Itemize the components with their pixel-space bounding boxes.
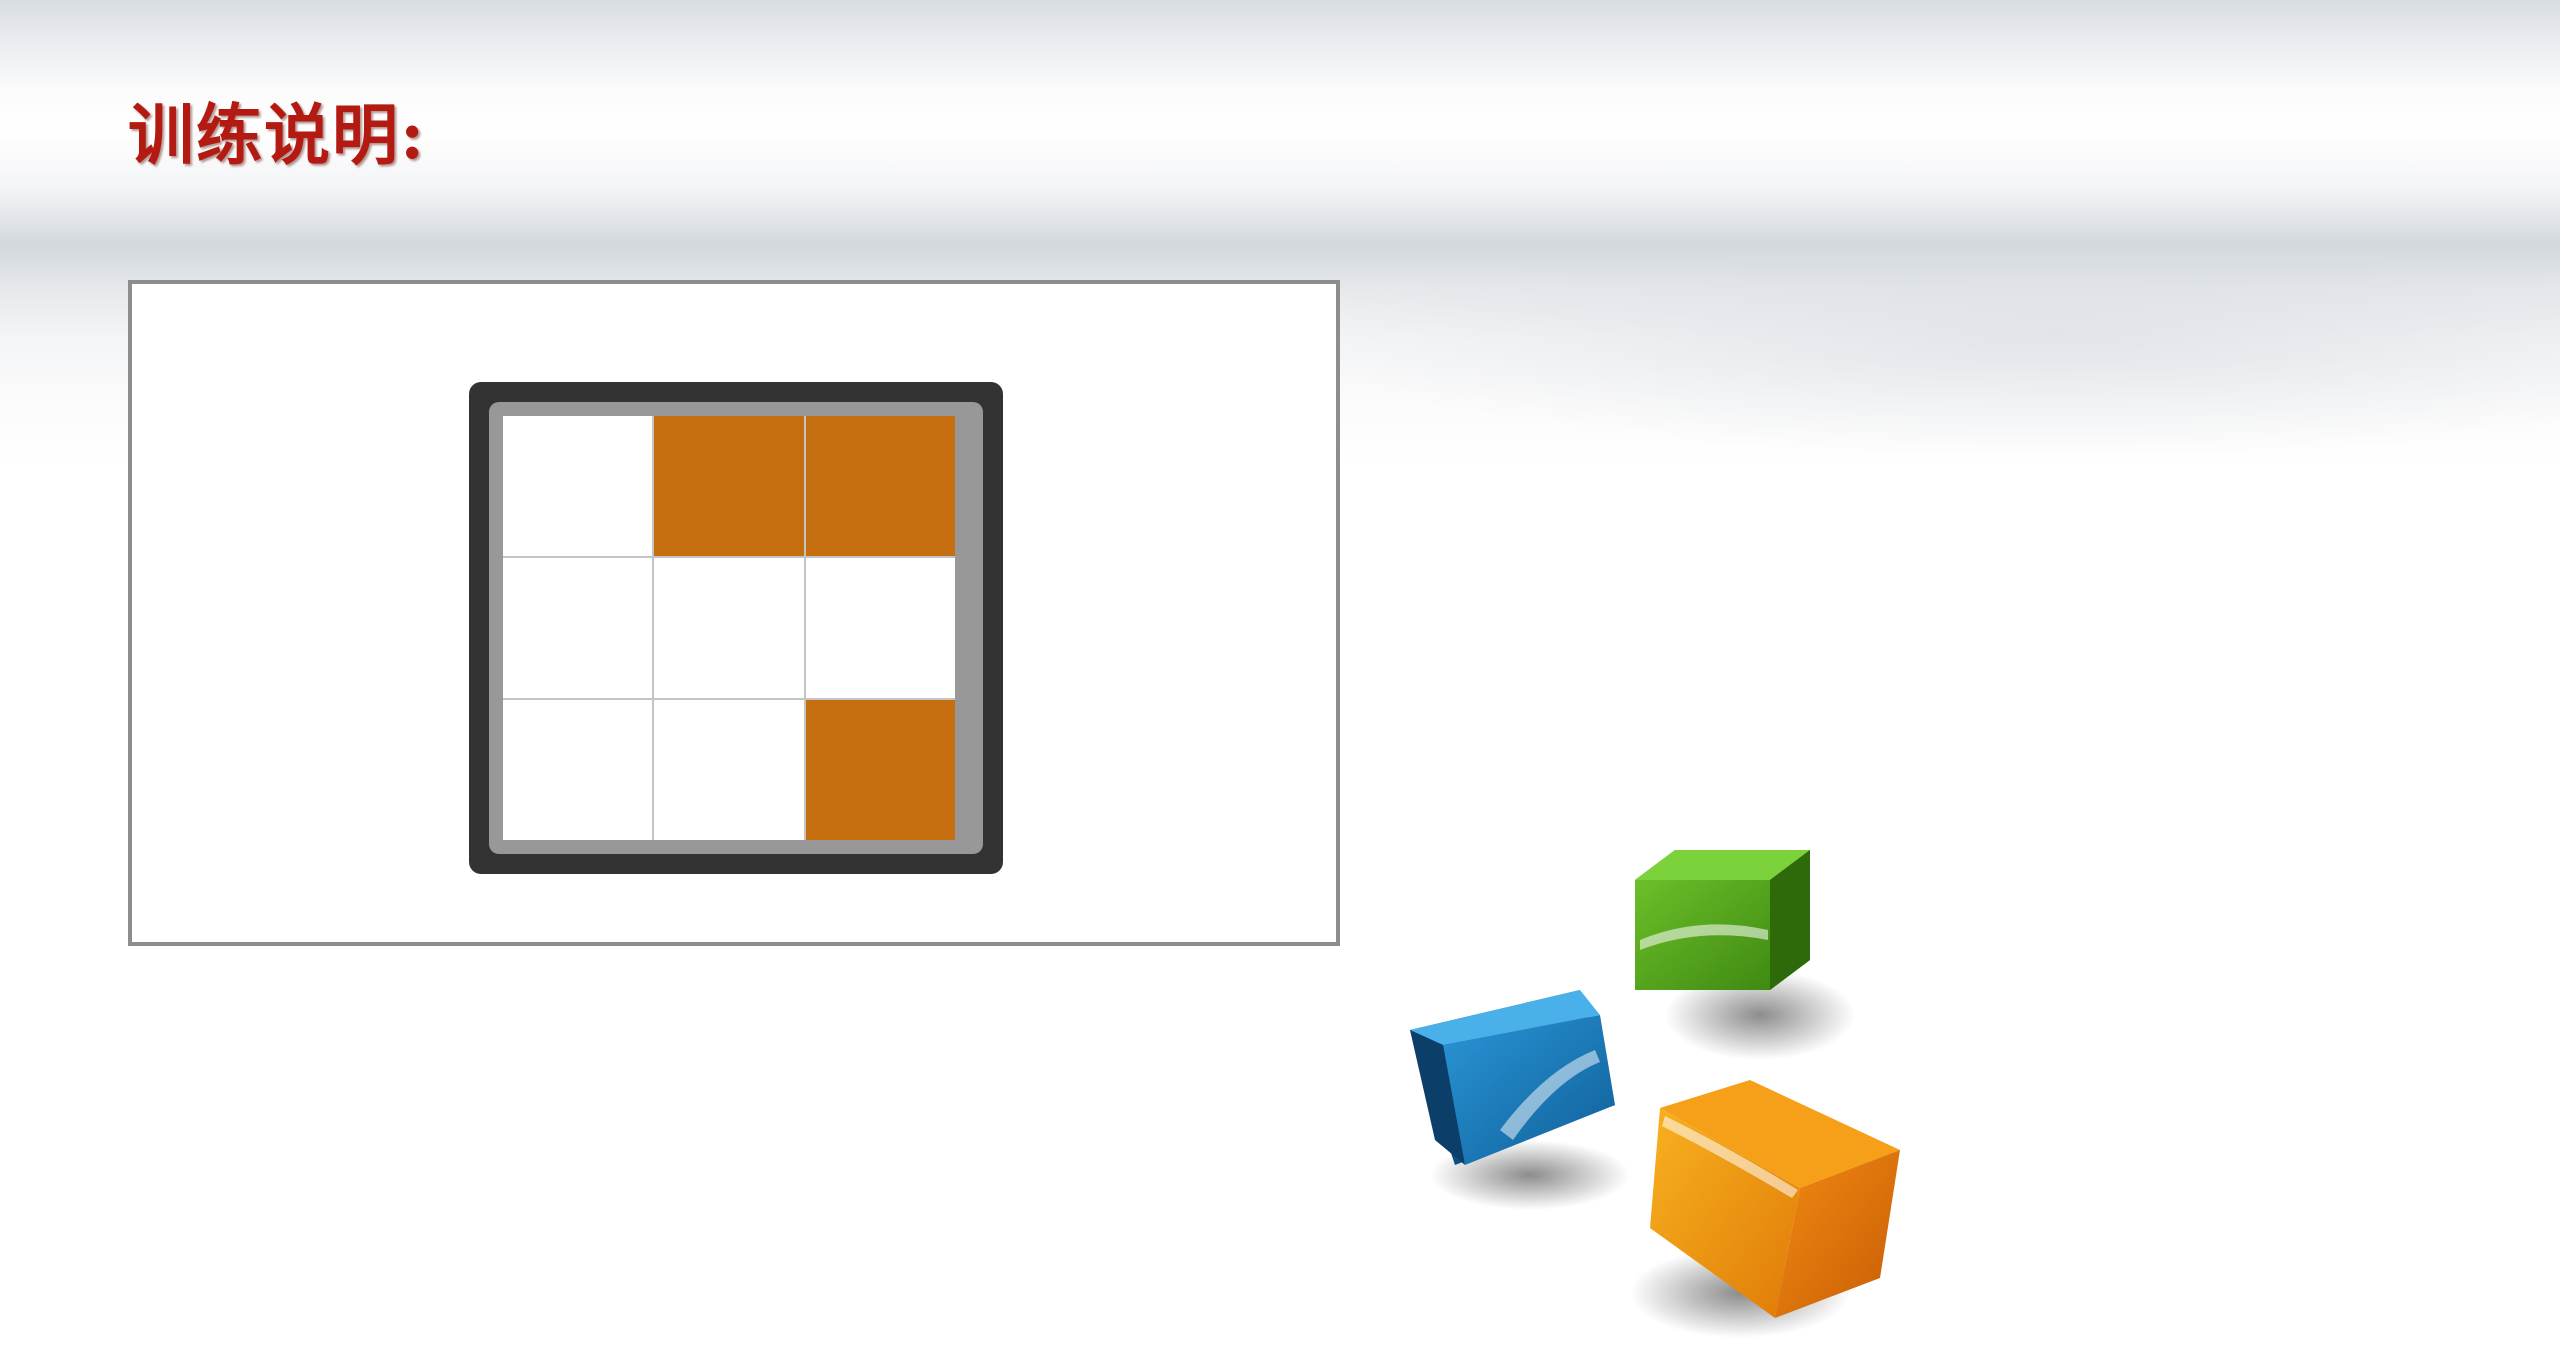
grid-cell-r1-c3	[805, 416, 955, 556]
grid-inner-frame	[489, 402, 983, 854]
grid-cell-r3-c3	[805, 700, 955, 840]
grid-cell-r3-c1	[503, 700, 653, 840]
orange-cube-icon	[1620, 1078, 1920, 1348]
green-cube-icon	[1620, 845, 1855, 1060]
grid-board	[469, 382, 1003, 874]
blue-cube-icon	[1405, 980, 1645, 1210]
grid-cell-r2-c3	[805, 558, 955, 698]
grid-cell-r1-c1	[503, 416, 653, 556]
page-title: 训练说明:	[128, 96, 427, 174]
grid-cell-r3-c2	[654, 700, 804, 840]
grid-cells	[503, 416, 955, 840]
grid-cell-r2-c2	[654, 558, 804, 698]
grid-cell-r1-c2	[654, 416, 804, 556]
grid-cell-r2-c1	[503, 558, 653, 698]
